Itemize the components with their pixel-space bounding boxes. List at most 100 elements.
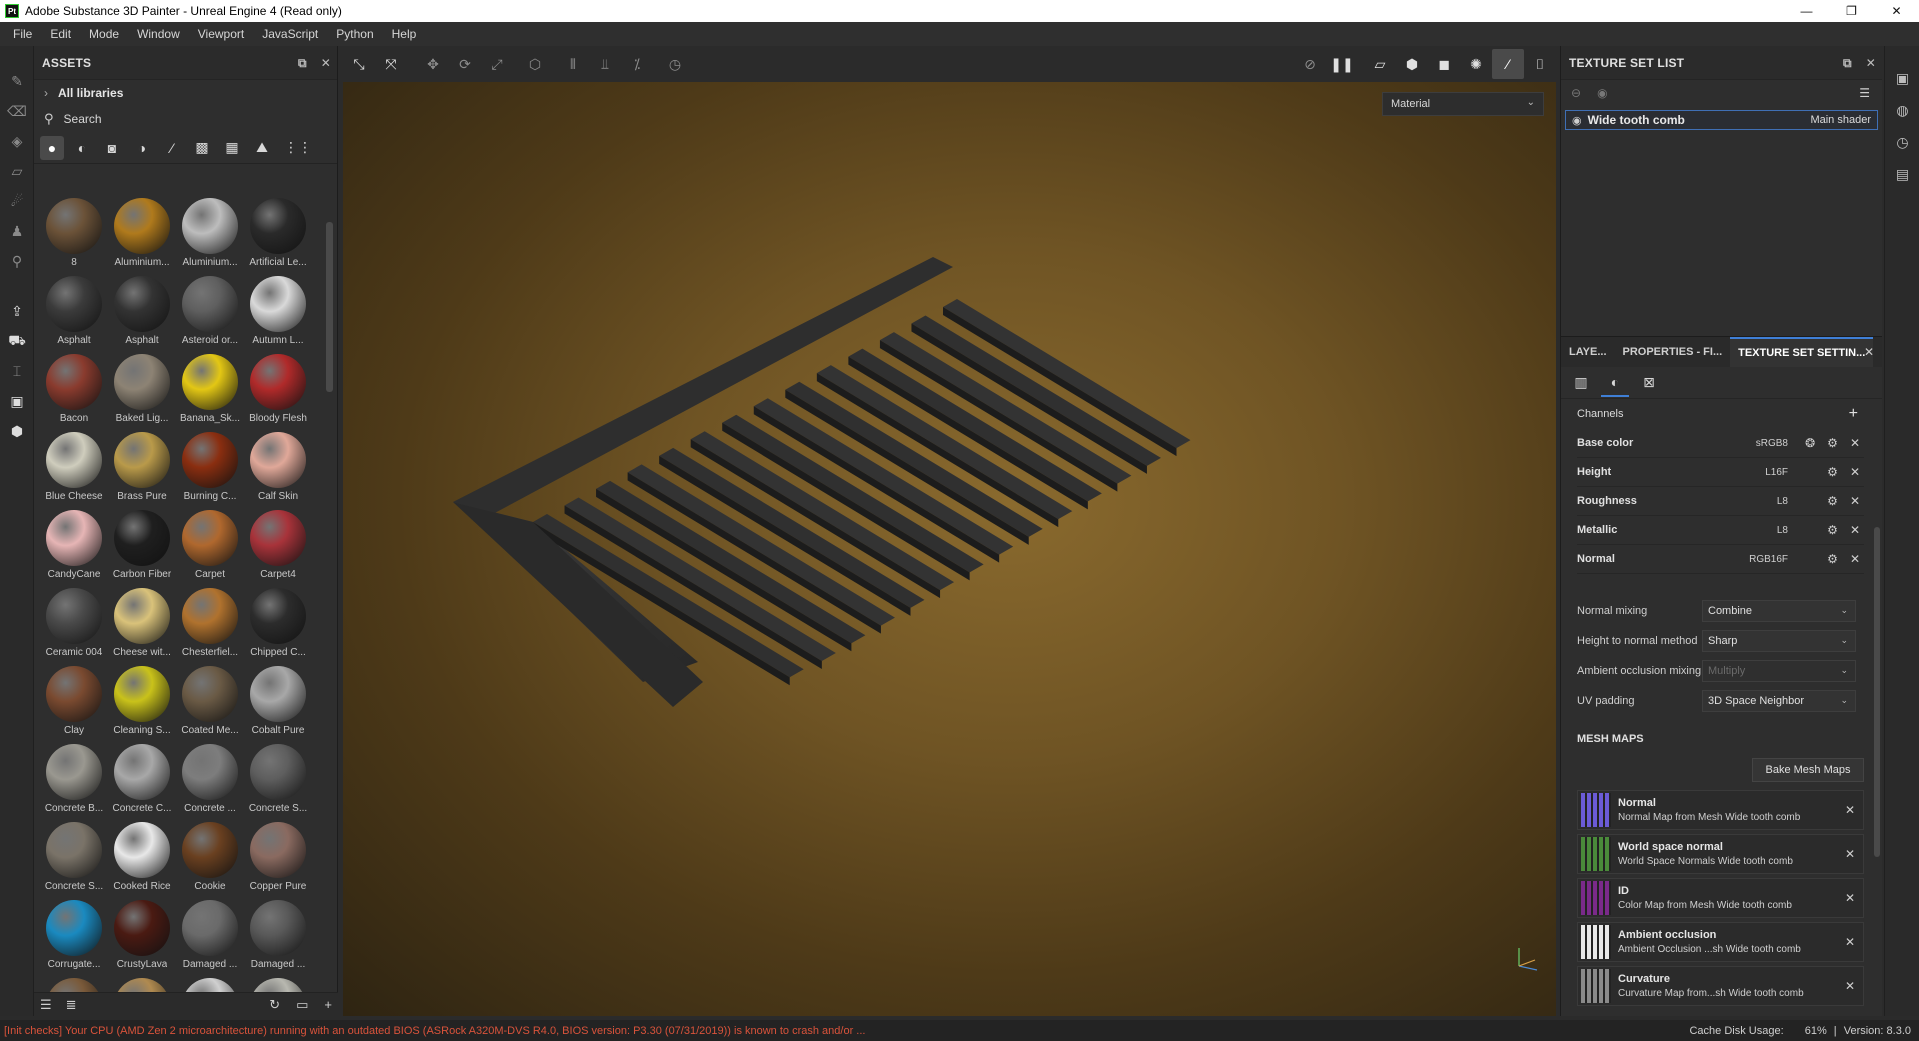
- asset-item[interactable]: Burning C...: [176, 426, 244, 504]
- symmetry-icon[interactable]: ⫴: [557, 49, 589, 79]
- mesh-map-item[interactable]: Ambient occlusion Ambient Occlusion ...sh…: [1577, 922, 1864, 962]
- mesh-map-thumbnail[interactable]: [1581, 969, 1611, 1003]
- add-channel-icon[interactable]: +: [1849, 405, 1858, 423]
- menu-mode[interactable]: Mode: [80, 27, 128, 41]
- menu-window[interactable]: Window: [128, 27, 189, 41]
- mesh-map-item[interactable]: Normal Normal Map from Mesh Wide tooth co…: [1577, 790, 1864, 830]
- asset-item[interactable]: Bacon: [40, 348, 108, 426]
- channel-format[interactable]: RGB16F: [1749, 554, 1788, 565]
- asset-item[interactable]: Cobalt Pure: [244, 660, 312, 738]
- asset-item[interactable]: CrustyLava: [108, 894, 176, 972]
- remove-mesh-map-icon[interactable]: ✕: [1845, 847, 1855, 861]
- asset-item[interactable]: Cookie: [176, 816, 244, 894]
- menu-file[interactable]: File: [4, 27, 41, 41]
- minimize-button[interactable]: —: [1784, 0, 1829, 22]
- close-icon[interactable]: ✕: [321, 56, 331, 70]
- uv-icon[interactable]: ⊠: [1635, 369, 1663, 397]
- 3d-viewport[interactable]: Material ⌄: [343, 82, 1556, 1016]
- environments-filter-icon[interactable]: ⛰: [250, 136, 274, 160]
- rotate-icon[interactable]: ⟳: [449, 49, 481, 79]
- mesh-map-item[interactable]: ID Color Map from Mesh Wide tooth comb ✕: [1577, 878, 1864, 918]
- status-message[interactable]: [Init checks] Your CPU (AMD Zen 2 microa…: [0, 1025, 865, 1037]
- asset-item[interactable]: Carpet4: [244, 504, 312, 582]
- maximize-button[interactable]: ❐: [1829, 0, 1874, 22]
- remove-channel-icon[interactable]: ✕: [1850, 523, 1860, 537]
- asset-item[interactable]: 8: [40, 192, 108, 270]
- visibility-icon[interactable]: ◉: [1597, 86, 1607, 100]
- setting-select[interactable]: 3D Space Neighbor ⌄: [1702, 690, 1856, 712]
- asset-item[interactable]: Carpet: [176, 504, 244, 582]
- asset-item[interactable]: Brass Pure: [108, 426, 176, 504]
- asset-item[interactable]: [40, 972, 108, 992]
- channel-format[interactable]: L8: [1777, 496, 1788, 507]
- gear-icon[interactable]: ⚙: [1827, 494, 1838, 508]
- pause-icon[interactable]: ❚❚: [1326, 49, 1358, 79]
- history-icon[interactable]: ◷: [1885, 126, 1919, 158]
- asset-item[interactable]: [108, 972, 176, 992]
- settings-scrollbar[interactable]: [1874, 527, 1880, 857]
- snap-icon[interactable]: ⁒: [621, 49, 653, 79]
- asset-item[interactable]: Cheese wit...: [108, 582, 176, 660]
- asset-item[interactable]: Damaged ...: [244, 894, 312, 972]
- asset-item[interactable]: Asphalt: [108, 270, 176, 348]
- asset-item[interactable]: Blue Cheese: [40, 426, 108, 504]
- cube-icon[interactable]: ⬡: [519, 49, 551, 79]
- smart-materials-filter-icon[interactable]: ◐: [70, 136, 94, 160]
- setting-select[interactable]: Combine ⌄: [1702, 600, 1856, 622]
- remove-mesh-map-icon[interactable]: ✕: [1845, 979, 1855, 993]
- clone-icon[interactable]: ♟: [0, 216, 34, 246]
- hide-icon[interactable]: ⊘: [1294, 49, 1326, 79]
- uv-transform-icon[interactable]: ⤧: [375, 49, 407, 79]
- mesh-map-item[interactable]: World space normal World Space Normals Wi…: [1577, 834, 1864, 874]
- 2d-view-icon[interactable]: ▱: [1364, 49, 1396, 79]
- library-selector[interactable]: › All libraries: [34, 80, 337, 106]
- asset-item[interactable]: Concrete S...: [244, 738, 312, 816]
- paint-mode-icon[interactable]: ⁄: [1492, 49, 1524, 79]
- asset-item[interactable]: Chesterfiel...: [176, 582, 244, 660]
- list-view-icon[interactable]: ☰: [40, 997, 52, 1013]
- channel-format[interactable]: L8: [1777, 525, 1788, 536]
- asset-item[interactable]: Damaged ...: [176, 894, 244, 972]
- add-icon[interactable]: +: [324, 997, 332, 1013]
- gear-icon[interactable]: ⚙: [1827, 523, 1838, 537]
- align-icon[interactable]: ⫫: [589, 49, 621, 79]
- asset-item[interactable]: Banana_Sk...: [176, 348, 244, 426]
- color-picker-icon[interactable]: ⚲: [0, 246, 34, 276]
- move-icon[interactable]: ✥: [417, 49, 449, 79]
- asset-item[interactable]: Chipped C...: [244, 582, 312, 660]
- tab-texture-set-settings[interactable]: TEXTURE SET SETTIN...: [1730, 337, 1874, 367]
- eye-icon[interactable]: ◉: [1572, 114, 1582, 127]
- history-icon[interactable]: ◷: [659, 49, 691, 79]
- smudge-icon[interactable]: ☄: [0, 186, 34, 216]
- color-profile-icon[interactable]: ❂: [1805, 436, 1815, 450]
- tab-properties[interactable]: PROPERTIES - FI...: [1615, 337, 1731, 367]
- menu-edit[interactable]: Edit: [41, 27, 80, 41]
- search-input[interactable]: ⚲ Search: [34, 106, 337, 132]
- polygon-fill-icon[interactable]: ▱: [0, 156, 34, 186]
- folder-icon[interactable]: ▭: [296, 997, 308, 1013]
- texture-set-shader[interactable]: Main shader: [1810, 114, 1871, 126]
- close-icon[interactable]: ✕: [1864, 345, 1874, 359]
- gear-icon[interactable]: ⚙: [1827, 465, 1838, 479]
- channel-row[interactable]: Height L16F ⚙ ✕: [1577, 458, 1864, 487]
- asset-item[interactable]: Copper Pure: [244, 816, 312, 894]
- asset-item[interactable]: Asphalt: [40, 270, 108, 348]
- viewport-material-select[interactable]: Material ⌄: [1382, 92, 1544, 116]
- gear-icon[interactable]: ⚙: [1827, 552, 1838, 566]
- asset-item[interactable]: Calf Skin: [244, 426, 312, 504]
- mesh-map-thumbnail[interactable]: [1581, 793, 1611, 827]
- asset-item[interactable]: Concrete C...: [108, 738, 176, 816]
- asset-item[interactable]: Aluminium...: [108, 192, 176, 270]
- asset-item[interactable]: Bloody Flesh: [244, 348, 312, 426]
- effects-icon[interactable]: ✺: [1460, 49, 1492, 79]
- measure-icon[interactable]: ⌶: [0, 356, 34, 386]
- asset-item[interactable]: Cooked Rice: [108, 816, 176, 894]
- channel-row[interactable]: Metallic L8 ⚙ ✕: [1577, 516, 1864, 545]
- scale-icon[interactable]: ⤢: [481, 49, 513, 79]
- mesh-map-thumbnail[interactable]: [1581, 881, 1611, 915]
- camera-icon[interactable]: ◼: [1428, 49, 1460, 79]
- asset-item[interactable]: CandyCane: [40, 504, 108, 582]
- channel-format[interactable]: L16F: [1765, 467, 1788, 478]
- menu-javascript[interactable]: JavaScript: [253, 27, 327, 41]
- masks-filter-icon[interactable]: ◙: [100, 136, 124, 160]
